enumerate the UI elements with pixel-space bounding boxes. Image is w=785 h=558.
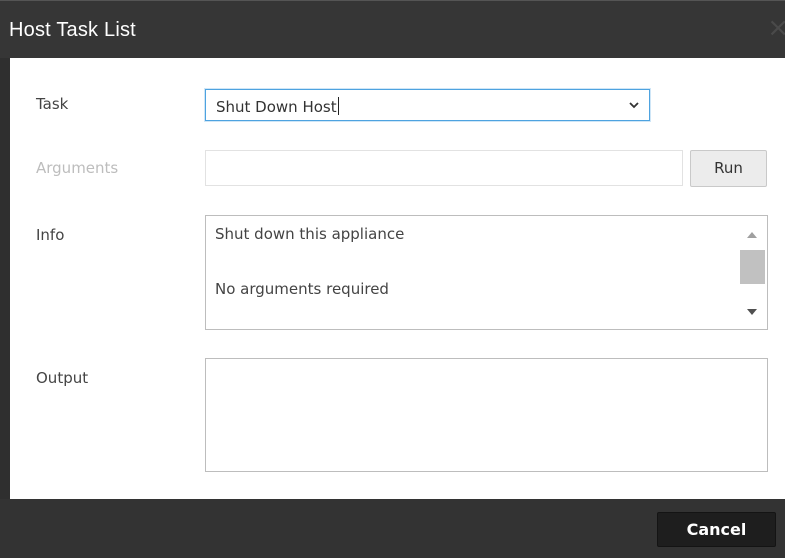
arguments-input[interactable]	[205, 150, 683, 186]
host-task-list-dialog: Host Task List × Task Shut Down Host Arg…	[0, 0, 785, 558]
text-cursor	[337, 97, 339, 115]
info-line: Shut down this appliance	[215, 225, 405, 243]
task-select-value: Shut Down Host	[216, 97, 339, 116]
dialog-titlebar: Host Task List ×	[0, 0, 785, 58]
arguments-label: Arguments	[36, 159, 119, 177]
scroll-up-icon[interactable]	[747, 232, 757, 238]
info-line: No arguments required	[215, 280, 389, 298]
output-textarea[interactable]	[205, 358, 768, 472]
dialog-body: Task Shut Down Host Arguments Run Info S…	[10, 58, 785, 499]
scrollbar-thumb[interactable]	[740, 250, 765, 284]
task-select[interactable]: Shut Down Host	[205, 89, 650, 121]
info-label: Info	[36, 226, 65, 244]
task-label: Task	[36, 95, 69, 113]
output-label: Output	[36, 369, 89, 387]
close-icon[interactable]: ×	[767, 13, 785, 43]
cancel-button[interactable]: Cancel	[657, 512, 776, 547]
scroll-down-icon[interactable]	[747, 309, 757, 315]
chevron-down-icon	[629, 102, 639, 109]
dialog-title: Host Task List	[9, 19, 136, 41]
run-button[interactable]: Run	[690, 150, 767, 187]
info-textarea[interactable]: Shut down this appliance No arguments re…	[205, 215, 768, 330]
info-scrollbar[interactable]	[738, 216, 767, 329]
dialog-footer: Cancel	[0, 499, 785, 558]
